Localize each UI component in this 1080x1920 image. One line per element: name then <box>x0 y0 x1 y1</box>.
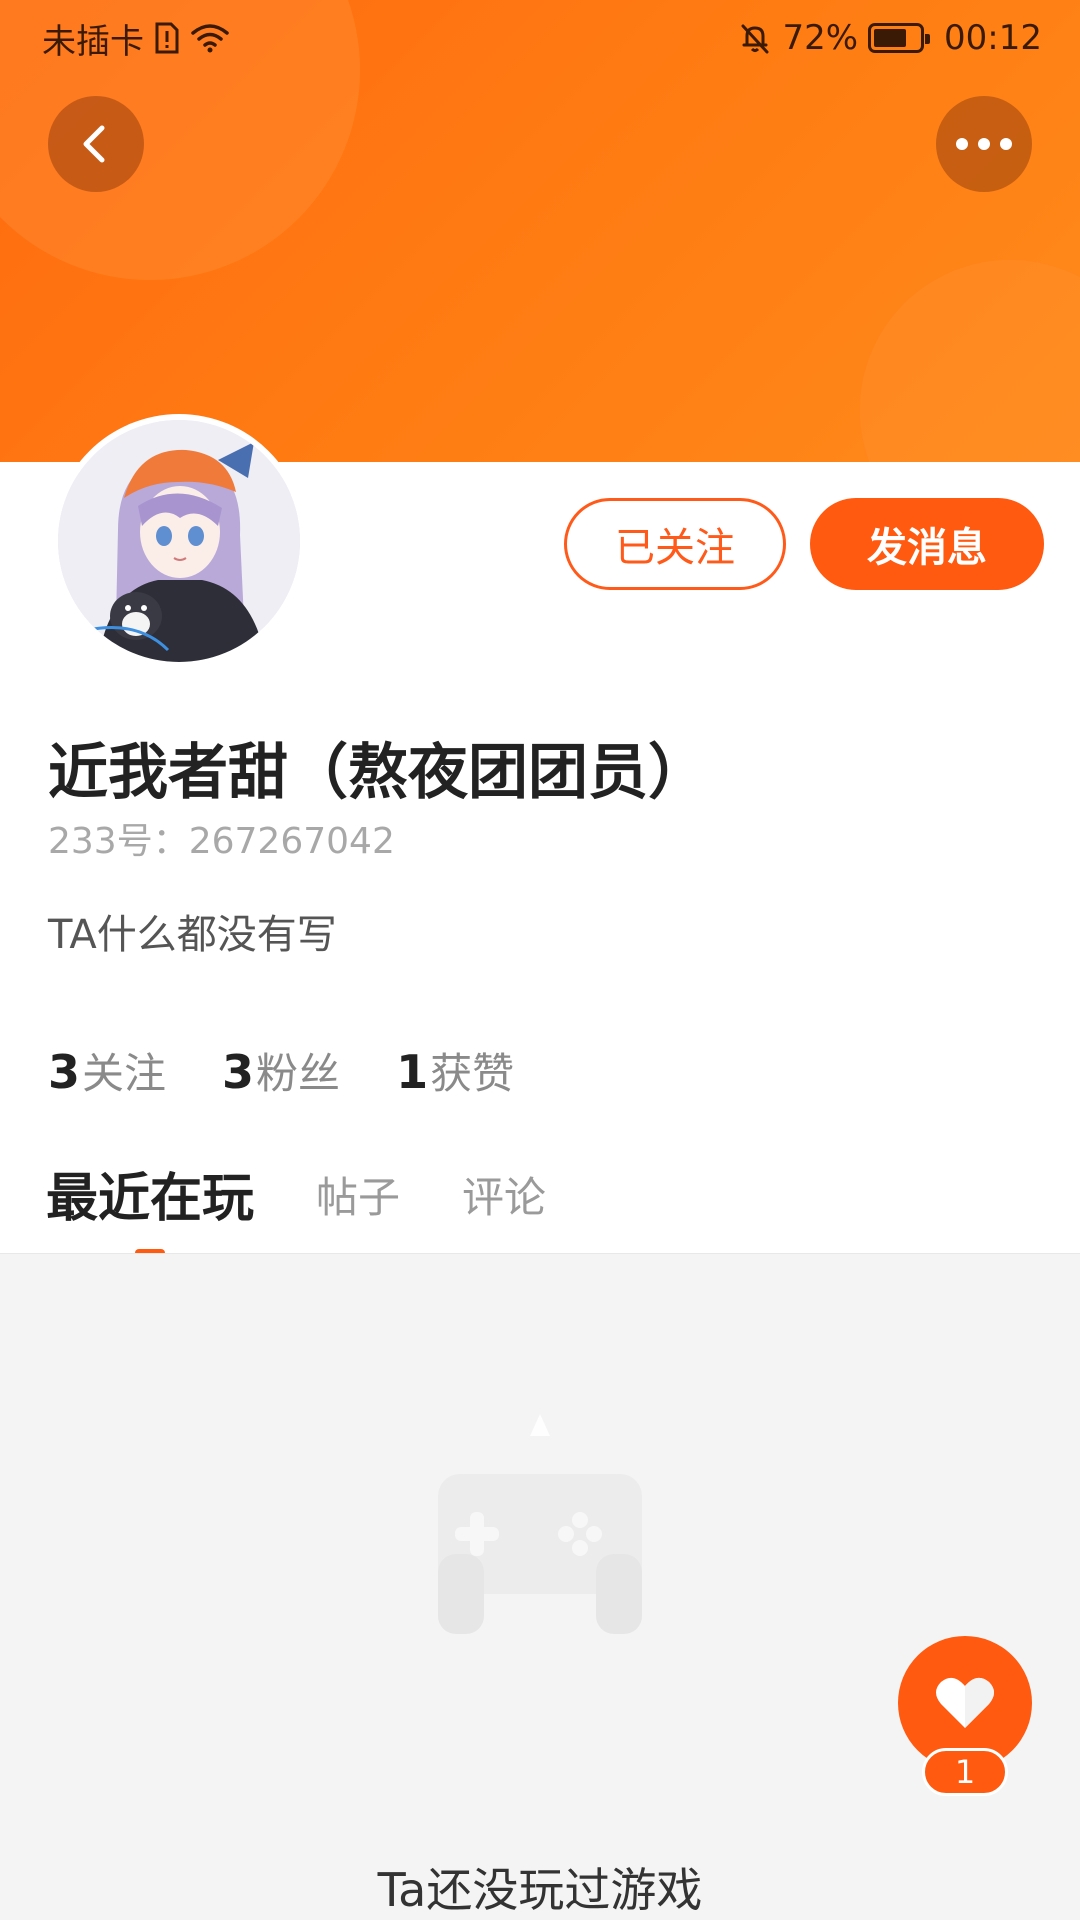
sim-alert-icon <box>154 22 180 54</box>
status-bar-right: 72% 00:12 <box>738 18 1042 58</box>
user-id: 233号：267267042 <box>48 821 395 862</box>
back-button[interactable] <box>48 96 144 192</box>
tab-posts[interactable]: 帖子 <box>316 1156 400 1225</box>
clock-time: 00:12 <box>944 18 1042 58</box>
stat-label: 获赞 <box>430 1049 515 1098</box>
wifi-icon <box>190 22 230 54</box>
tab-label: 帖子 <box>316 1173 401 1222</box>
stat-likes[interactable]: 1 获赞 <box>396 1040 514 1101</box>
carrier-text: 未插卡 <box>42 21 144 62</box>
empty-state-text: Ta还没玩过游戏 <box>377 1863 703 1917</box>
status-bar-left: 未插卡 <box>42 14 230 63</box>
profile-tabs: 最近在玩 帖子 评论 <box>46 1156 546 1257</box>
stat-followers[interactable]: 3 粉丝 <box>222 1040 340 1101</box>
banner-decoration <box>860 260 1080 462</box>
stat-label: 关注 <box>82 1049 167 1098</box>
status-bar: 未插卡 72% 00:12 <box>0 0 1080 76</box>
send-message-button[interactable]: 发消息 <box>810 498 1044 590</box>
tab-comments[interactable]: 评论 <box>462 1156 546 1225</box>
bell-muted-icon <box>738 21 772 55</box>
gamepad-icon <box>430 1404 650 1634</box>
more-options-button[interactable] <box>936 96 1032 192</box>
battery-percent: 72% <box>782 18 859 58</box>
battery-icon <box>868 23 931 53</box>
profile-screen: 未插卡 72% 00:12 已关注 发消息 近我者甜（熬夜团团员） 233号：2… <box>0 0 1080 1920</box>
avatar[interactable] <box>52 414 306 668</box>
stat-count: 1 <box>396 1045 429 1099</box>
user-nickname: 近我者甜（熬夜团团员） <box>48 738 708 808</box>
avatar-image <box>58 420 300 662</box>
user-bio: TA什么都没有写 <box>48 912 337 958</box>
chevron-left-icon <box>83 125 105 163</box>
stat-following[interactable]: 3 关注 <box>48 1040 166 1101</box>
stat-label: 粉丝 <box>256 1049 341 1098</box>
recently-played-panel[interactable]: Ta还没玩过游戏 <box>0 1253 1080 1920</box>
more-dots-icon <box>956 138 1012 150</box>
tab-label: 最近在玩 <box>46 1169 255 1229</box>
stat-count: 3 <box>48 1045 81 1099</box>
heart-icon <box>936 1677 994 1728</box>
stat-count: 3 <box>222 1045 255 1099</box>
tab-label: 评论 <box>462 1173 547 1222</box>
profile-stats: 3 关注 3 粉丝 1 获赞 <box>48 1040 514 1101</box>
following-button[interactable]: 已关注 <box>564 498 786 590</box>
tab-recently-played[interactable]: 最近在玩 <box>46 1156 255 1257</box>
like-count-badge: 1 <box>922 1748 1008 1796</box>
battery-fill <box>874 29 906 47</box>
